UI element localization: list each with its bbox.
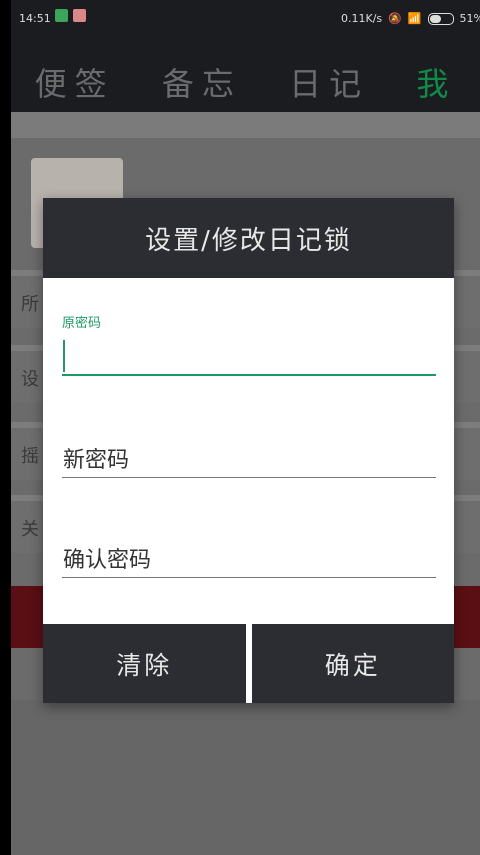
confirm-password-underline bbox=[62, 577, 436, 578]
dialog-title: 设置/修改日记锁 bbox=[43, 198, 454, 278]
mute-icon: 🔕 bbox=[388, 12, 402, 25]
wifi-icon: 📶 bbox=[407, 12, 422, 25]
confirm-button[interactable]: 确定 bbox=[251, 624, 454, 703]
tab-diary[interactable]: 日记 bbox=[289, 59, 369, 105]
new-password-placeholder: 新密码 bbox=[63, 448, 130, 473]
old-password-label: 原密码 bbox=[62, 316, 102, 331]
status-bar: 14:51 0.11K/s 🔕 📶 51% bbox=[11, 0, 480, 52]
status-right: 0.11K/s 🔕 📶 51% bbox=[341, 12, 480, 25]
status-time: 14:51 bbox=[19, 12, 51, 25]
tab-memo[interactable]: 备忘 bbox=[162, 59, 242, 105]
new-password-underline bbox=[62, 477, 436, 478]
confirm-password-placeholder: 确认密码 bbox=[63, 548, 152, 573]
notification-app-icon bbox=[55, 9, 68, 22]
background-band bbox=[11, 112, 480, 138]
dialog-buttons: 清除 确定 bbox=[43, 624, 454, 703]
clear-button[interactable]: 清除 bbox=[43, 624, 246, 703]
app-screen: 14:51 0.11K/s 🔕 📶 51% 便签 备忘 日记 我 所 设 摇 关… bbox=[11, 0, 480, 855]
new-password-field[interactable]: 新密码 bbox=[62, 438, 436, 480]
tab-notes[interactable]: 便签 bbox=[35, 59, 115, 105]
background-bottom bbox=[11, 700, 480, 855]
old-password-field[interactable]: 原密码 bbox=[62, 312, 436, 378]
battery-icon bbox=[427, 12, 454, 25]
old-password-underline bbox=[62, 374, 436, 376]
network-speed: 0.11K/s bbox=[340, 12, 383, 25]
tab-me[interactable]: 我 bbox=[416, 59, 456, 105]
notification-image-icon bbox=[73, 9, 86, 22]
battery-level: 51% bbox=[459, 12, 480, 25]
diary-lock-dialog: 设置/修改日记锁 原密码 新密码 确认密码 清除 确定 bbox=[43, 198, 454, 703]
text-caret bbox=[63, 340, 65, 372]
top-tab-bar: 便签 备忘 日记 我 bbox=[11, 52, 480, 112]
confirm-password-field[interactable]: 确认密码 bbox=[62, 538, 436, 580]
